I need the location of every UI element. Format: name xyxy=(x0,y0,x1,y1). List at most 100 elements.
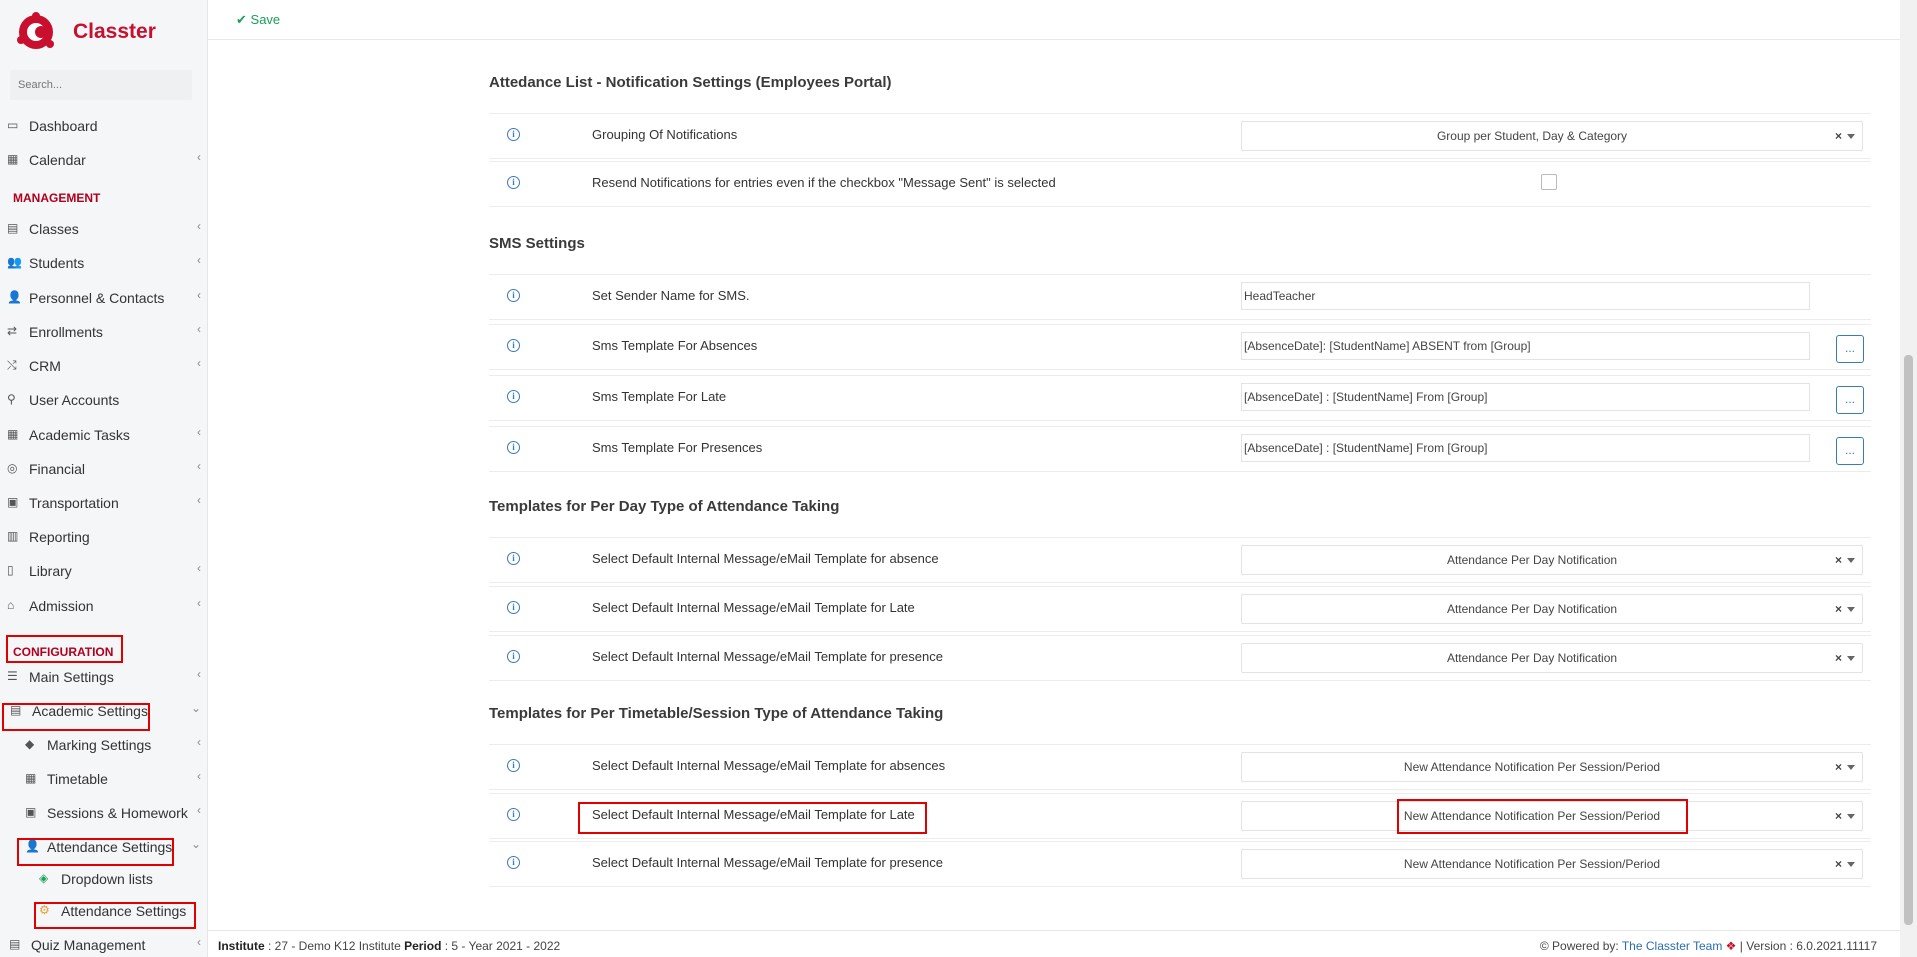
sidebar-item-timetable[interactable]: ▦ Timetable ‹ xyxy=(0,765,207,793)
chevron-left-icon: ‹ xyxy=(197,459,201,473)
toolbar: ✔ Save xyxy=(208,0,1917,40)
template-select[interactable]: Attendance Per Day Notification × xyxy=(1241,594,1863,624)
sidebar-item-label: Main Settings xyxy=(29,669,114,685)
sidebar-item-sessions-homework[interactable]: ▣ Sessions & Homework ‹ xyxy=(0,799,207,827)
info-icon[interactable]: i xyxy=(507,339,520,352)
sidebar-item-marking-settings[interactable]: ◆ Marking Settings ‹ xyxy=(0,731,207,759)
info-icon[interactable]: i xyxy=(507,552,520,565)
sidebar-item-user-accounts[interactable]: ⚲ User Accounts xyxy=(0,386,207,414)
timetable-icon: ▦ xyxy=(25,771,37,785)
section-title: Templates for Per Timetable/Session Type… xyxy=(489,705,944,722)
classter-team-link[interactable]: The Classter Team xyxy=(1622,939,1722,953)
highlight-late-select xyxy=(1397,799,1688,834)
sms-template-field[interactable]: [AbsenceDate] : [StudentName] From [Grou… xyxy=(1241,434,1810,462)
select-value: New Attendance Notification Per Session/… xyxy=(1403,857,1661,871)
caret-down-icon[interactable] xyxy=(1847,862,1855,867)
clear-icon[interactable]: × xyxy=(1835,651,1842,665)
caret-down-icon[interactable] xyxy=(1847,607,1855,612)
sidebar-item-dashboard[interactable]: ▭ Dashboard xyxy=(0,112,207,140)
clear-icon[interactable]: × xyxy=(1835,760,1842,774)
clear-icon[interactable]: × xyxy=(1835,553,1842,567)
setting-label: Set Sender Name for SMS. xyxy=(592,288,750,303)
sidebar-item-classes[interactable]: ▤ Classes ‹ xyxy=(0,215,207,243)
chevron-left-icon: ‹ xyxy=(197,356,201,370)
sms-template-field[interactable]: [AbsenceDate] : [StudentName] From [Grou… xyxy=(1241,383,1810,411)
caret-down-icon[interactable] xyxy=(1847,134,1855,139)
classter-small-icon: © xyxy=(1539,939,1549,953)
sidebar-item-label: Sessions & Homework xyxy=(47,805,188,821)
sidebar-item-calendar[interactable]: ▦ Calendar ‹ xyxy=(0,146,207,174)
sidebar-item-reporting[interactable]: ▥ Reporting xyxy=(0,523,207,551)
students-icon: 👥 xyxy=(7,255,22,269)
search-input[interactable] xyxy=(10,70,192,100)
library-icon: ▯ xyxy=(7,563,14,577)
settings-row: i Sms Template For Absences [AbsenceDate]:… xyxy=(489,324,1871,370)
template-select[interactable]: Group per Student, Day & Category × xyxy=(1241,121,1863,151)
sidebar-item-personnel-contacts[interactable]: 👤 Personnel & Contacts ‹ xyxy=(0,284,207,312)
version-text: | Version : 6.0.2021.11117 xyxy=(1736,939,1877,953)
sidebar-item-library[interactable]: ▯ Library ‹ xyxy=(0,557,207,585)
caret-down-icon[interactable] xyxy=(1847,558,1855,563)
chevron-left-icon: ‹ xyxy=(197,803,201,817)
template-select[interactable]: Attendance Per Day Notification × xyxy=(1241,545,1863,575)
scrollbar-thumb[interactable] xyxy=(1904,355,1913,925)
sidebar-item-label: Enrollments xyxy=(29,324,103,340)
page-scrollbar[interactable] xyxy=(1900,0,1917,957)
sender-name-field[interactable]: HeadTeacher xyxy=(1241,282,1810,310)
chevron-left-icon: ‹ xyxy=(197,288,201,302)
info-icon[interactable]: i xyxy=(507,650,520,663)
resend-checkbox[interactable] xyxy=(1541,174,1557,190)
sidebar-item-students[interactable]: 👥 Students ‹ xyxy=(0,249,207,277)
template-select[interactable]: Attendance Per Day Notification × xyxy=(1241,643,1863,673)
classes-icon: ▤ xyxy=(7,221,19,235)
chevron-left-icon: ‹ xyxy=(197,769,201,783)
settings-row: i Resend Notifications for entries even i… xyxy=(489,161,1871,207)
footer-powered: © Powered by: The Classter Team ❖ | Vers… xyxy=(1540,939,1877,953)
save-button[interactable]: ✔ Save xyxy=(236,12,280,28)
sidebar-item-main-settings[interactable]: ☰ Main Settings ‹ xyxy=(0,663,207,691)
chevron-left-icon: ‹ xyxy=(197,667,201,681)
clear-icon[interactable]: × xyxy=(1835,809,1842,823)
sidebar-item-dropdown-lists[interactable]: ◈ Dropdown lists xyxy=(0,865,207,893)
sidebar-item-financial[interactable]: ◎ Financial ‹ xyxy=(0,455,207,483)
sidebar-item-admission[interactable]: ⌂ Admission ‹ xyxy=(0,592,207,620)
chevron-left-icon: ‹ xyxy=(197,561,201,575)
info-icon[interactable]: i xyxy=(507,289,520,302)
sidebar-item-label: CRM xyxy=(29,358,61,374)
setting-label: Sms Template For Late xyxy=(592,389,727,404)
template-select[interactable]: New Attendance Notification Per Session/… xyxy=(1241,849,1863,879)
info-icon[interactable]: i xyxy=(507,759,520,772)
caret-down-icon[interactable] xyxy=(1847,814,1855,819)
sms-template-field[interactable]: [AbsenceDate]: [StudentName] ABSENT from… xyxy=(1241,332,1810,360)
clear-icon[interactable]: × xyxy=(1835,857,1842,871)
institute-label: Institute xyxy=(218,939,265,953)
sidebar-item-label: User Accounts xyxy=(29,392,120,408)
sidebar-item-quiz-management[interactable]: ▤ Quiz Management ‹ xyxy=(0,931,207,957)
info-icon[interactable]: i xyxy=(507,176,520,189)
save-label: Save xyxy=(250,12,281,27)
info-icon[interactable]: i xyxy=(507,441,520,454)
template-editor-button[interactable]: ... xyxy=(1836,335,1864,363)
info-icon[interactable]: i xyxy=(507,808,520,821)
info-icon[interactable]: i xyxy=(507,856,520,869)
brand-name: Classter xyxy=(73,20,156,43)
coins-icon: ◎ xyxy=(7,461,18,475)
select-value: New Attendance Notification Per Session/… xyxy=(1403,760,1661,774)
template-select[interactable]: New Attendance Notification Per Session/… xyxy=(1241,752,1863,782)
sidebar-item-enrollments[interactable]: ⇄ Enrollments ‹ xyxy=(0,318,207,346)
clear-icon[interactable]: × xyxy=(1835,602,1842,616)
info-icon[interactable]: i xyxy=(507,128,520,141)
caret-down-icon[interactable] xyxy=(1847,656,1855,661)
sidebar-item-transportation[interactable]: ▣ Transportation ‹ xyxy=(0,489,207,517)
template-editor-button[interactable]: ... xyxy=(1836,386,1864,414)
sidebar-item-academic-tasks[interactable]: ▦ Academic Tasks ‹ xyxy=(0,421,207,449)
classter-logo[interactable] xyxy=(16,10,56,54)
chevron-left-icon: ‹ xyxy=(197,935,201,949)
sidebar-item-crm[interactable]: ⤭ CRM ‹ xyxy=(0,352,207,380)
template-editor-button[interactable]: ... xyxy=(1836,437,1864,465)
setting-label: Select Default Internal Message/eMail Te… xyxy=(592,758,946,773)
clear-icon[interactable]: × xyxy=(1835,129,1842,143)
caret-down-icon[interactable] xyxy=(1847,765,1855,770)
info-icon[interactable]: i xyxy=(507,601,520,614)
info-icon[interactable]: i xyxy=(507,390,520,403)
